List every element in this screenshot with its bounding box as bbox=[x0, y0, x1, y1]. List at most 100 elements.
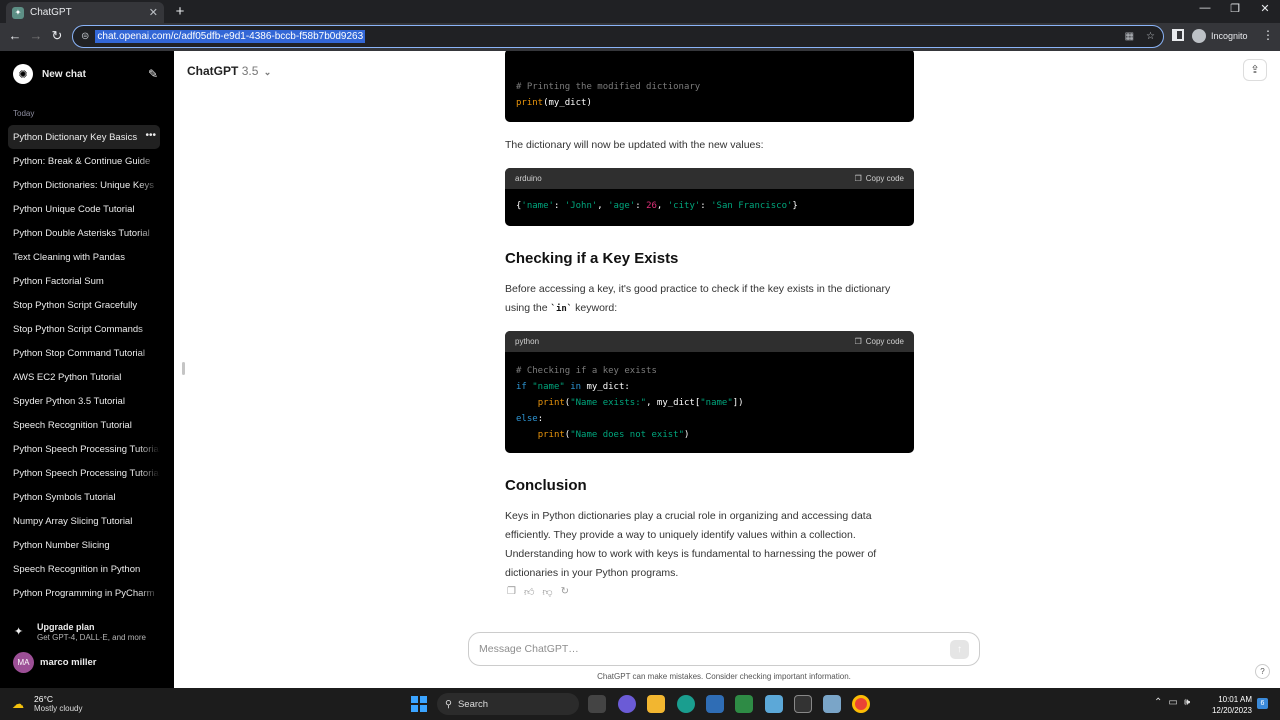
thumbs-up-icon[interactable]: 👍︎ bbox=[524, 586, 534, 598]
incognito-indicator[interactable]: Incognito bbox=[1192, 29, 1248, 43]
notification-badge[interactable]: 6 bbox=[1257, 698, 1268, 709]
restore-icon[interactable]: ❐ bbox=[1220, 2, 1250, 15]
reload-icon[interactable]: ↻ bbox=[48, 28, 66, 44]
list-item[interactable]: AWS EC2 Python Tutorial bbox=[8, 365, 160, 389]
volume-icon[interactable]: 🕪︎ bbox=[1184, 697, 1190, 708]
search-icon: ⚲ bbox=[445, 698, 452, 710]
list-item[interactable]: Python Speech Processing Tutorial bbox=[8, 461, 160, 485]
list-item[interactable]: Python: Break & Continue Guide bbox=[8, 149, 160, 173]
bookmark-star-icon[interactable]: ☆ bbox=[1146, 31, 1155, 42]
tab-close-icon[interactable]: ✕ bbox=[149, 6, 158, 19]
sidebar-item-label: Text Cleaning with Pandas bbox=[13, 251, 125, 263]
new-chat-button[interactable]: ✺ New chat ✎ bbox=[8, 63, 158, 85]
list-item[interactable]: Python Speech Processing Tutorial bbox=[8, 437, 160, 461]
qr-code-icon[interactable]: ▦ bbox=[1125, 31, 1134, 42]
heading-conclusion: Conclusion bbox=[505, 477, 587, 494]
side-panel-icon[interactable] bbox=[1172, 29, 1184, 41]
clock[interactable]: 10:01 AM 12/20/2023 bbox=[1206, 694, 1252, 716]
upgrade-subtitle: Get GPT-4, DALL·E, and more bbox=[37, 633, 146, 642]
browser-tab[interactable]: ✦ ChatGPT ✕ bbox=[6, 2, 164, 23]
start-icon[interactable] bbox=[411, 696, 427, 712]
network-icon[interactable]: ▭ bbox=[1168, 697, 1177, 708]
forward-icon[interactable]: → bbox=[27, 28, 45, 43]
app-icon[interactable] bbox=[823, 695, 841, 713]
url-text[interactable]: chat.openai.com/c/adf05dfb-e9d1-4386-bcc… bbox=[95, 30, 366, 43]
sidebar-item-label: AWS EC2 Python Tutorial bbox=[13, 371, 122, 383]
model-selector[interactable]: ChatGPT 3.5 ⌄ bbox=[187, 64, 271, 78]
list-item[interactable]: Python Symbols Tutorial bbox=[8, 485, 160, 509]
sidebar-item-python-dictionary-key-basics[interactable]: Python Dictionary Key Basics ••• bbox=[8, 125, 160, 149]
sidebar-item-label: Speech Recognition Tutorial bbox=[13, 419, 132, 431]
store-icon[interactable] bbox=[706, 695, 724, 713]
site-info-icon[interactable]: ⊜ bbox=[81, 31, 89, 42]
app-icon[interactable] bbox=[735, 695, 753, 713]
sidebar-item-label: Python Double Asterisks Tutorial bbox=[13, 227, 150, 239]
taskbar-search[interactable]: ⚲ Search bbox=[437, 693, 579, 715]
address-bar[interactable]: ⊜ chat.openai.com/c/adf05dfb-e9d1-4386-b… bbox=[72, 25, 1164, 48]
code-block-print: # Printing the modified dictionary print… bbox=[505, 51, 914, 122]
upgrade-plan-button[interactable]: ✦ Upgrade plan Get GPT-4, DALL·E, and mo… bbox=[14, 622, 146, 642]
task-view-icon[interactable] bbox=[588, 695, 606, 713]
list-item[interactable]: Python Programming in PyCharm bbox=[8, 581, 160, 605]
list-item[interactable]: Speech Recognition in Python bbox=[8, 557, 160, 581]
paragraph-updated: The dictionary will now be updated with … bbox=[505, 139, 764, 151]
copy-code-button[interactable]: ❐ Copy code bbox=[855, 174, 904, 183]
list-item[interactable]: Spyder Python 3.5 Tutorial bbox=[8, 389, 160, 413]
sidebar-item-label: Python Dictionaries: Unique Keys bbox=[13, 179, 154, 191]
weather-temp: 26°C bbox=[34, 694, 53, 704]
list-item[interactable]: Text Cleaning with Pandas bbox=[8, 245, 160, 269]
app-icon[interactable] bbox=[765, 695, 783, 713]
new-tab-icon[interactable]: + bbox=[172, 3, 188, 20]
list-item[interactable]: Python Unique Code Tutorial bbox=[8, 197, 160, 221]
code-block-python: python ❐ Copy code # Checking if a key ex… bbox=[505, 331, 914, 453]
list-item[interactable]: Python Number Slicing bbox=[8, 533, 160, 557]
compose-icon[interactable]: ✎ bbox=[148, 67, 158, 81]
file-explorer-icon[interactable] bbox=[647, 695, 665, 713]
regenerate-icon[interactable]: ↻ bbox=[561, 586, 569, 598]
code-content: # Checking if a key exists if "name" in … bbox=[516, 366, 744, 440]
share-icon[interactable]: ⇪ bbox=[1243, 59, 1267, 81]
upgrade-title: Upgrade plan bbox=[37, 622, 95, 632]
terminal-icon[interactable] bbox=[794, 695, 812, 713]
send-icon[interactable]: ↑ bbox=[950, 639, 969, 659]
code-string: "name" bbox=[532, 382, 565, 392]
sidebar-item-label: Speech Recognition in Python bbox=[13, 563, 141, 575]
close-window-icon[interactable]: ✕ bbox=[1250, 2, 1280, 15]
list-item[interactable]: Python Stop Command Tutorial bbox=[8, 341, 160, 365]
list-item[interactable]: Numpy Array Slicing Tutorial bbox=[8, 509, 160, 533]
list-item[interactable]: Speech Recognition Tutorial bbox=[8, 413, 160, 437]
thumbs-down-icon[interactable]: 👎︎ bbox=[542, 586, 552, 598]
sidebar-collapse-handle[interactable] bbox=[182, 362, 185, 375]
browser-menu-icon[interactable]: ⋮ bbox=[1262, 28, 1274, 42]
back-icon[interactable]: ← bbox=[6, 28, 24, 43]
edge-icon[interactable] bbox=[677, 695, 695, 713]
minimize-icon[interactable]: — bbox=[1190, 2, 1220, 14]
model-name: ChatGPT bbox=[187, 64, 239, 78]
avatar: MA bbox=[13, 652, 34, 673]
chat-app-icon[interactable] bbox=[618, 695, 636, 713]
sidebar-item-label: Python Number Slicing bbox=[13, 539, 110, 551]
message-input[interactable]: Message ChatGPT… ↑ bbox=[468, 632, 980, 666]
taskbar-search-label: Search bbox=[457, 698, 489, 710]
weather-desc: Mostly cloudy bbox=[34, 704, 83, 713]
copy-icon[interactable]: ❐ bbox=[507, 586, 516, 598]
user-name: marco miller bbox=[40, 657, 97, 668]
chevron-up-icon[interactable]: ⌃ bbox=[1154, 697, 1162, 708]
weather-widget[interactable]: ☁ 26°C Mostly cloudy bbox=[12, 694, 82, 713]
help-icon[interactable]: ? bbox=[1255, 664, 1270, 679]
more-options-icon[interactable]: ••• bbox=[141, 130, 156, 141]
sidebar-item-label: Python Unique Code Tutorial bbox=[13, 203, 135, 215]
list-item[interactable]: Python Dictionaries: Unique Keys bbox=[8, 173, 160, 197]
list-item[interactable]: Stop Python Script Commands bbox=[8, 317, 160, 341]
code-string: "Name does not exist" bbox=[570, 430, 684, 440]
chrome-icon[interactable] bbox=[852, 695, 870, 713]
copy-code-button[interactable]: ❐ Copy code bbox=[855, 337, 904, 346]
clipboard-icon: ❐ bbox=[854, 174, 862, 183]
list-item[interactable]: Stop Python Script Gracefully bbox=[8, 293, 160, 317]
sidebar-item-label: Python Dictionary Key Basics bbox=[13, 131, 138, 143]
chat-main: ChatGPT 3.5 ⌄ ⇪ # Printing the modified … bbox=[174, 51, 1280, 688]
list-item[interactable]: Python Double Asterisks Tutorial bbox=[8, 221, 160, 245]
list-item[interactable]: Python Factorial Sum bbox=[8, 269, 160, 293]
user-menu[interactable]: MA marco miller bbox=[13, 652, 97, 673]
code-content: {'name': 'John', 'age': 26, 'city': 'San… bbox=[516, 201, 798, 211]
